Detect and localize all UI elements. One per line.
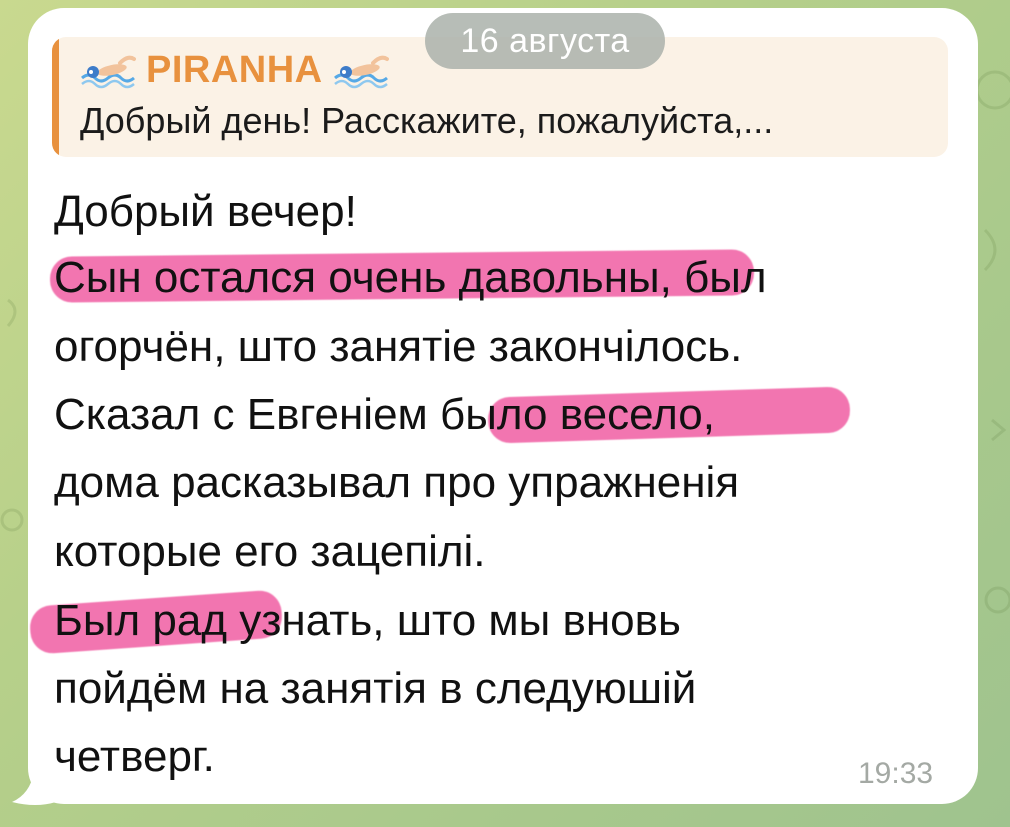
- message-line: огорчён, што занятіе закончілось.: [54, 322, 743, 371]
- message-line: дома расказывал про упражненія: [54, 458, 740, 507]
- swimmer-icon: [333, 55, 389, 89]
- reply-accent-bar: [52, 37, 59, 157]
- message-line: Сын остался очень давольны, был: [54, 253, 767, 302]
- message-line: которые его зацепілі.: [54, 527, 486, 576]
- message-line: четверг.: [54, 732, 215, 781]
- message-timestamp: 19:33: [858, 757, 934, 790]
- message-line: Добрый вечер!: [54, 187, 357, 236]
- message-line: Сказал с Евгеніем было весело,: [54, 390, 715, 439]
- date-badge: 16 августа: [425, 13, 665, 69]
- swimmer-icon: [81, 55, 136, 89]
- message-line: пойдём на занятія в следуюшій: [54, 664, 697, 713]
- reply-preview-text: Добрый день! Расскажите, пожалуйста,...: [80, 100, 774, 141]
- reply-sender: PIRANHA: [80, 45, 389, 95]
- reply-sender-name: PIRANHA: [146, 48, 323, 91]
- message-line: Был рад узнать, што мы вновь: [54, 596, 681, 645]
